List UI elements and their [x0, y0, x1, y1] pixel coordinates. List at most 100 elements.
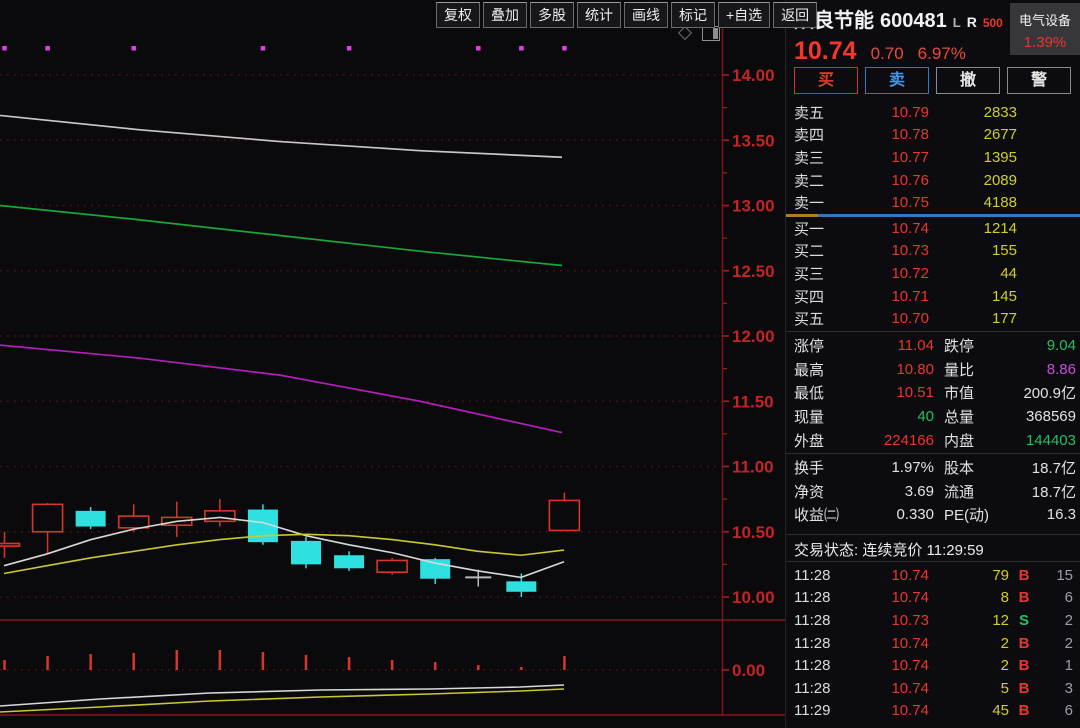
- ask-row[interactable]: 卖二 10.76 2089: [786, 169, 1080, 192]
- bid-row[interactable]: 买二 10.73 155: [786, 240, 1080, 263]
- tick-row: 11:28 10.74 2 B 2: [786, 632, 1080, 655]
- stats-row: 最低 10.51 市值 200.9亿: [786, 381, 1080, 405]
- tick-side: B: [1018, 566, 1030, 584]
- bid-row[interactable]: 买五 10.70 177: [786, 307, 1080, 330]
- stat-label: 涨停: [794, 338, 825, 356]
- bid-price: 10.73: [891, 242, 929, 260]
- stat-value: 10.51: [896, 384, 934, 402]
- stat-label: 最低: [794, 385, 825, 403]
- bid-volume: 145: [991, 287, 1017, 305]
- bid-price: 10.71: [891, 287, 929, 305]
- toolbar-button[interactable]: 复权: [436, 2, 480, 28]
- stock-code: 600481: [880, 10, 947, 32]
- ask-volume: 2089: [983, 171, 1017, 189]
- fundamental-value: 18.7亿: [1031, 460, 1076, 478]
- fundamentals-row: 净资 3.69 流通 18.7亿: [786, 480, 1080, 504]
- candle-body-up: [376, 559, 408, 574]
- margin-flag: L: [952, 15, 961, 30]
- tick-time: 11:28: [794, 679, 831, 697]
- bid-label: 买五: [794, 311, 825, 329]
- tick-row: 11:28 10.74 5 B 3: [786, 677, 1080, 700]
- trade-action-button[interactable]: 撤: [936, 67, 1000, 94]
- tick-price: 10.74: [891, 679, 929, 697]
- toolbar-button[interactable]: 统计: [577, 2, 621, 28]
- toolbar-button[interactable]: 画线: [624, 2, 668, 28]
- zero-label: 0.00: [732, 661, 765, 680]
- tick-price: 10.74: [891, 589, 929, 607]
- ask-row[interactable]: 卖五 10.79 2833: [786, 101, 1080, 124]
- toolbar-button[interactable]: 返回: [773, 2, 818, 28]
- tick-list: 11:28 10.74 79 B 15 11:28 10.74 8 B 6 11…: [786, 564, 1080, 728]
- tick-price: 10.74: [891, 566, 929, 584]
- ask-row[interactable]: 卖一 10.75 4188: [786, 191, 1080, 214]
- ask-price: 10.79: [891, 103, 929, 121]
- signal-dot: [346, 46, 352, 51]
- bid-price: 10.74: [891, 219, 929, 237]
- tick-side: B: [1018, 657, 1030, 675]
- fundamental-label: 流通: [944, 483, 975, 501]
- fundamentals-row: 收益㈡ 0.330 PE(动) 16.3: [786, 503, 1080, 527]
- last-price: 10.74: [794, 37, 857, 65]
- tick-volume: 8: [1000, 589, 1009, 607]
- bid-row[interactable]: 买三 10.72 44: [786, 262, 1080, 285]
- tick-count: 6: [1064, 702, 1073, 720]
- ask-volume: 2677: [983, 126, 1017, 144]
- tick-count: 15: [1056, 566, 1073, 584]
- ask-volume: 2833: [983, 103, 1017, 121]
- toolbar-button[interactable]: 叠加: [483, 2, 527, 28]
- tick-count: 2: [1064, 611, 1073, 629]
- ask-row[interactable]: 卖三 10.77 1395: [786, 146, 1080, 169]
- fundamental-value: 1.97%: [891, 459, 934, 477]
- fundamental-label: 股本: [944, 460, 975, 478]
- signal-dot: [562, 46, 567, 51]
- bid-price: 10.72: [891, 264, 929, 282]
- stat-label: 外盘: [794, 432, 825, 450]
- tick-side: B: [1018, 702, 1030, 720]
- split-view-icon[interactable]: [702, 26, 720, 41]
- stat-label: 现量: [794, 409, 825, 427]
- fundamental-label: 收益㈡: [794, 507, 840, 525]
- y-axis-label: 14.00: [732, 66, 775, 85]
- candle-body-down: [334, 555, 365, 569]
- stat-label: 内盘: [944, 432, 975, 450]
- tick-time: 11:29: [794, 702, 831, 720]
- y-axis-label: 10.50: [732, 523, 775, 542]
- kline-chart-area[interactable]: 14.00 13.50 13.00 12.50 12.00 11.50 11.00 10.50…: [0, 0, 785, 728]
- tick-volume: 2: [1000, 657, 1009, 675]
- toolbar-button[interactable]: +自选: [718, 2, 771, 28]
- stat-value: 368569: [1025, 408, 1076, 426]
- stock-header: 双良节能 600481 L R 500 10.74 0.70 6.97%: [794, 4, 1003, 66]
- tick-price: 10.73: [891, 611, 929, 629]
- tick-price: 10.74: [891, 702, 929, 720]
- stat-label: 量比: [944, 361, 975, 379]
- index-500-flag: 500: [982, 16, 1003, 30]
- tick-side: B: [1018, 634, 1030, 652]
- signal-dot: [260, 46, 266, 51]
- toolbar-button[interactable]: 多股: [530, 2, 574, 28]
- stat-value: 9.04: [1046, 337, 1076, 355]
- trade-action-button[interactable]: 卖: [865, 67, 929, 94]
- split-view-icon-bar: [713, 28, 718, 39]
- sector-badge[interactable]: 电气设备 1.39%: [1010, 3, 1080, 55]
- ask-volume: 4188: [983, 194, 1017, 212]
- fundamental-value: 3.69: [904, 482, 934, 500]
- tick-row: 11:29 10.74 45 B 6: [786, 700, 1080, 723]
- tick-row: 11:28 10.73 12 S 2: [786, 609, 1080, 632]
- ask-row[interactable]: 卖四 10.78 2677: [786, 124, 1080, 147]
- tick-time: 11:28: [794, 634, 831, 652]
- stat-label: 总量: [944, 409, 975, 427]
- trade-action-button[interactable]: 买: [794, 67, 858, 94]
- stat-label: 最高: [794, 361, 825, 379]
- stat-label: 市值: [944, 385, 975, 403]
- bid-row[interactable]: 买四 10.71 145: [786, 285, 1080, 308]
- tick-price: 10.74: [891, 657, 929, 675]
- toolbar-button[interactable]: 标记: [671, 2, 715, 28]
- trade-action-button[interactable]: 警: [1007, 67, 1071, 94]
- tick-volume: 2: [1000, 634, 1009, 652]
- stat-value: 224166: [883, 431, 934, 449]
- y-axis-label: 12.50: [732, 262, 775, 281]
- bid-queue: 买一 10.74 1214 买二 10.73 155 买三 10.72 44 买…: [786, 217, 1080, 330]
- registered-flag: R: [966, 14, 977, 30]
- bid-row[interactable]: 买一 10.74 1214: [786, 217, 1080, 240]
- tick-row: 11:28 10.74 2 B 1: [786, 654, 1080, 677]
